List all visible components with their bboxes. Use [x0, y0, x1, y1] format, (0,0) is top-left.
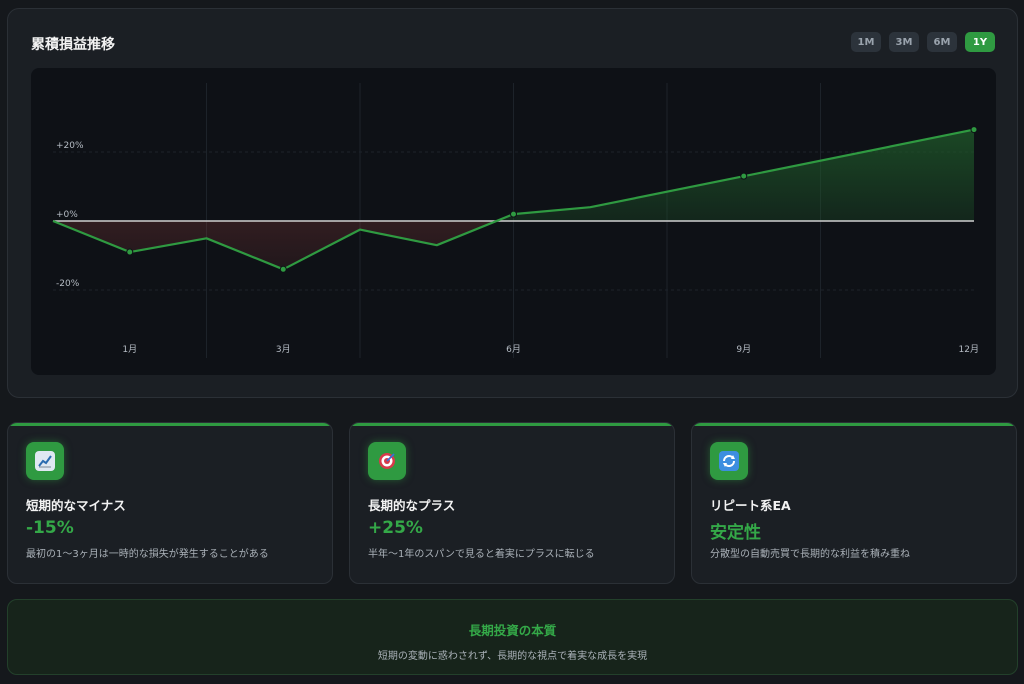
data-point-marker [510, 210, 517, 218]
x-tick-label: 1月 [122, 344, 137, 355]
repeat-icon [719, 451, 739, 471]
chart-area: +20% +0% -20% 1月 3月 6月 9月 12月 [31, 68, 996, 375]
cumulative-pnl-chart: +20% +0% -20% 1月 3月 6月 9月 12月 [52, 83, 979, 358]
y-tick-label: +20% [56, 141, 84, 151]
card-repeat-ea: リピート系EA 安定性 分散型の自動売買で長期的な利益を積み重ね [691, 422, 1017, 584]
chart-panel: 累積損益推移 1M 3M 6M 1Y +20% +0% -20% 1月 3月 6月 9月 12… [7, 8, 1018, 398]
range-selector: 1M 3M 6M 1Y [851, 32, 995, 52]
data-point-marker [279, 265, 287, 273]
card-icon-box [368, 442, 406, 480]
range-button-3m[interactable]: 3M [889, 32, 919, 52]
card-title: 短期的なマイナス [26, 498, 126, 513]
chart-increasing-icon [35, 451, 55, 471]
card-description: 半年〜1年のスパンで見ると着実にプラスに転じる [368, 549, 595, 560]
target-icon [377, 451, 397, 471]
y-tick-label: +0% [56, 210, 78, 220]
summary-description: 短期の変動に惑わされず、長期的な視点で着実な成長を実現 [377, 651, 648, 662]
x-tick-label: 9月 [736, 344, 751, 355]
summary-box: 長期投資の本質 短期の変動に惑わされず、長期的な視点で着実な成長を実現 [7, 599, 1018, 675]
card-value: +25% [368, 518, 423, 538]
range-button-1y[interactable]: 1Y [965, 32, 995, 52]
card-value: 安定性 [710, 523, 761, 543]
range-button-1m[interactable]: 1M [851, 32, 881, 52]
card-description: 最初の1〜3ヶ月は一時的な損失が発生することがある [26, 549, 269, 560]
data-point-marker [126, 248, 134, 256]
data-point-marker [970, 126, 978, 134]
x-tick-label: 3月 [276, 344, 291, 355]
card-icon-box [26, 442, 64, 480]
card-value: -15% [26, 518, 74, 538]
card-title: リピート系EA [710, 498, 791, 513]
range-button-6m[interactable]: 6M [927, 32, 957, 52]
x-tick-label: 12月 [959, 344, 979, 355]
summary-title: 長期投資の本質 [468, 623, 557, 638]
data-point-marker [740, 172, 748, 180]
card-description: 分散型の自動売買で長期的な利益を積み重ね [710, 549, 910, 560]
panel-title: 累積損益推移 [31, 37, 115, 53]
card-long-term: 長期的なプラス +25% 半年〜1年のスパンで見ると着実にプラスに転じる [349, 422, 675, 584]
card-title: 長期的なプラス [368, 498, 456, 513]
x-tick-label: 6月 [506, 344, 521, 355]
card-icon-box [710, 442, 748, 480]
card-short-term: 短期的なマイナス -15% 最初の1〜3ヶ月は一時的な損失が発生することがある [7, 422, 333, 584]
y-tick-label: -20% [56, 279, 80, 289]
